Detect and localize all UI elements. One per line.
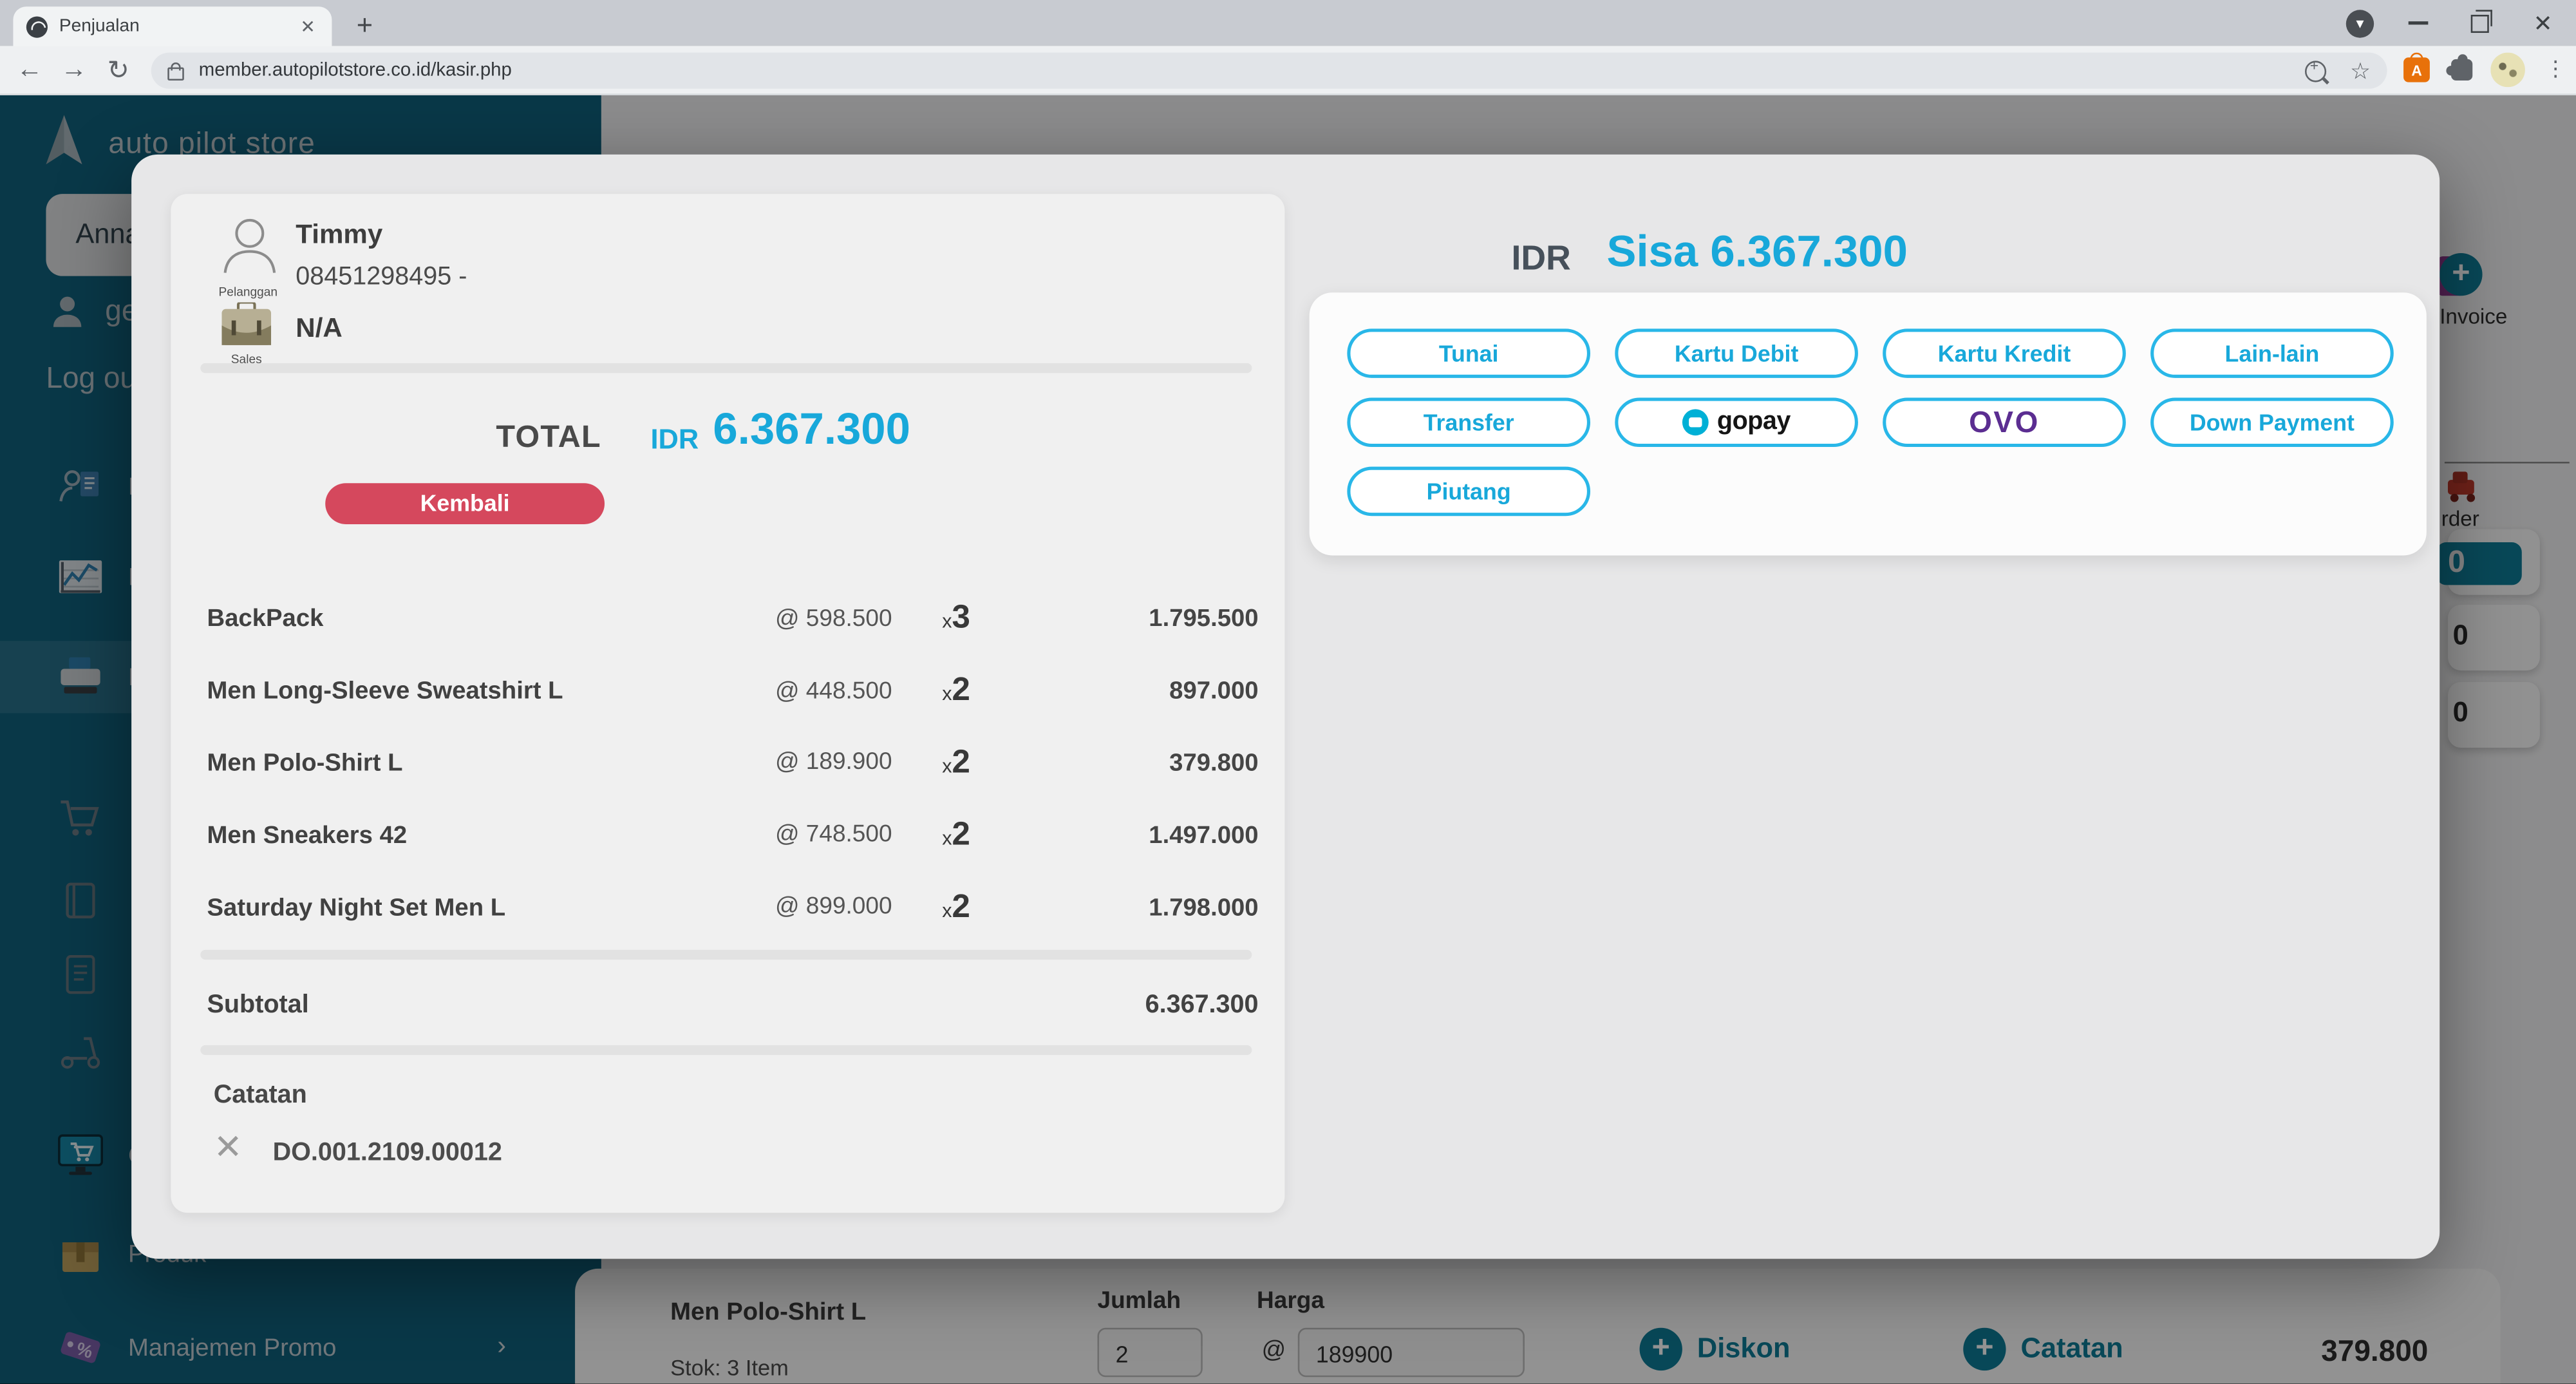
total-amount: 6.367.300 [713, 404, 910, 455]
item-unit-price: @ 899.000 [698, 894, 892, 920]
item-total: 1.798.000 [1020, 893, 1259, 921]
payment-button-piutang[interactable]: Piutang [1347, 467, 1590, 517]
note-reference: DO.001.2109.00012 [273, 1139, 502, 1168]
sales-value: N/A [296, 314, 343, 345]
item-quantity: x3 [892, 600, 1020, 638]
window-close-button[interactable]: ✕ [2534, 0, 2553, 46]
subtotal-label: Subtotal [207, 991, 1145, 1021]
payment-button-kartu-kredit[interactable]: Kartu Kredit [1883, 328, 2126, 378]
url-text[interactable]: member.autopilotstore.co.id/kasir.php [199, 61, 2306, 81]
item-total: 1.795.500 [1020, 605, 1259, 633]
item-quantity: x2 [892, 817, 1020, 855]
cart-item-row: Men Polo-Shirt L@ 189.900x2379.800 [207, 727, 1259, 799]
subtotal-row: Subtotal 6.367.300 [207, 980, 1259, 1032]
item-unit-price: @ 598.500 [698, 606, 892, 632]
tab-title: Penjualan [59, 17, 297, 37]
extension-bag-icon[interactable]: A [2403, 57, 2430, 82]
cart-item-row: Saturday Night Set Men L@ 899.000x21.798… [207, 871, 1259, 943]
payment-button-gopay[interactable]: gopay [1615, 398, 1858, 448]
lock-icon [167, 66, 184, 79]
reload-button[interactable]: ↻ [99, 46, 138, 95]
tab-penjualan[interactable]: Penjualan ✕ [13, 6, 332, 46]
zoom-icon[interactable] [2306, 60, 2327, 81]
item-total: 379.800 [1020, 750, 1259, 777]
chrome-update-icon[interactable]: ▼ [2346, 0, 2374, 46]
cart-item-row: Men Sneakers 42@ 748.500x21.497.000 [207, 799, 1259, 871]
customer-name: Timmy [296, 220, 382, 251]
bookmark-star-icon[interactable]: ☆ [2350, 57, 2371, 84]
app-page: auto pilot store Anna N ge Log ou MDPGPr… [0, 95, 2576, 1384]
item-total: 1.497.000 [1020, 821, 1259, 849]
browser-menu-icon[interactable]: ⋮ [2545, 56, 2566, 82]
total-label: TOTAL [368, 421, 601, 457]
payment-modal: Pelanggan Timmy 08451298495 - Sales N/A … [131, 155, 2440, 1259]
payment-button-label: OVO [1969, 405, 2040, 440]
payment-button-label: Transfer [1424, 409, 1514, 435]
note-section-label: Catatan [214, 1081, 307, 1111]
payment-button-label: Tunai [1439, 340, 1499, 366]
extensions-puzzle-icon[interactable] [2451, 59, 2472, 81]
tab-bar: Penjualan ✕ + ▼ ✕ [0, 0, 2576, 46]
item-name: Men Polo-Shirt L [207, 750, 699, 777]
profile-avatar[interactable] [2490, 53, 2525, 88]
remove-note-icon[interactable]: ✕ [214, 1127, 243, 1168]
payment-methods-panel: Tunai Kartu Debit Kartu Kredit Lain-lain Tra… [1310, 292, 2427, 555]
item-total: 897.000 [1020, 678, 1259, 705]
browser-toolbar: ← → ↻ member.autopilotstore.co.id/kasir.… [0, 46, 2576, 95]
payment-button-lain-lain[interactable]: Lain-lain [2150, 328, 2394, 378]
payment-button-label: Kartu Kredit [1938, 340, 2071, 366]
window-restore-button[interactable] [2471, 0, 2489, 46]
payment-button-label: Piutang [1427, 479, 1511, 505]
item-name: Men Long-Sleeve Sweatshirt L [207, 678, 699, 705]
window-minimize-button[interactable] [2409, 0, 2429, 46]
remaining-amount: Sisa 6.367.300 [1607, 227, 1908, 278]
item-unit-price: @ 189.900 [698, 750, 892, 777]
tab-close-icon[interactable]: ✕ [297, 15, 319, 37]
browser-window: Penjualan ✕ + ▼ ✕ ← → ↻ member.autopilot… [0, 0, 2576, 1383]
payment-button-tunai[interactable]: Tunai [1347, 328, 1590, 378]
payment-methods-grid: Tunai Kartu Debit Kartu Kredit Lain-lain Tra… [1347, 328, 2393, 516]
remaining-currency: IDR [1512, 240, 1571, 280]
item-unit-price: @ 448.500 [698, 678, 892, 705]
tab-favicon-icon [26, 15, 48, 37]
payment-button-label: Down Payment [2190, 409, 2355, 435]
payment-button-down-payment[interactable]: Down Payment [2150, 398, 2394, 448]
payment-button-kartu-debit[interactable]: Kartu Debit [1615, 328, 1858, 378]
item-unit-price: @ 748.500 [698, 822, 892, 849]
item-quantity: x2 [892, 888, 1020, 926]
customer-icon [214, 214, 286, 283]
cart-items-list: BackPack@ 598.500x31.795.500Men Long-Sle… [207, 583, 1259, 943]
payment-button-transfer[interactable]: Transfer [1347, 398, 1590, 448]
gopay-icon [1682, 409, 1709, 435]
customer-caption: Pelanggan [194, 284, 302, 299]
customer-phone: 08451298495 - [296, 263, 467, 292]
item-quantity: x2 [892, 672, 1020, 710]
payment-button-label: Kartu Debit [1675, 340, 1799, 366]
item-quantity: x2 [892, 744, 1020, 782]
divider [200, 1045, 1252, 1055]
new-tab-button[interactable]: + [345, 6, 384, 46]
order-summary-card: Pelanggan Timmy 08451298495 - Sales N/A … [171, 194, 1284, 1213]
item-name: Men Sneakers 42 [207, 821, 699, 849]
total-currency: IDR [650, 424, 699, 457]
divider [200, 950, 1252, 960]
sales-briefcase-icon [220, 303, 273, 347]
payment-button-ovo[interactable]: OVO [1883, 398, 2126, 448]
back-button[interactable]: ← [10, 46, 49, 95]
subtotal-value: 6.367.300 [1145, 991, 1259, 1021]
divider [200, 363, 1252, 373]
address-bar[interactable]: member.autopilotstore.co.id/kasir.php ☆ [151, 53, 2387, 89]
cart-item-row: BackPack@ 598.500x31.795.500 [207, 583, 1259, 656]
payment-button-label: Lain-lain [2225, 340, 2320, 366]
item-name: Saturday Night Set Men L [207, 893, 699, 921]
payment-button-label: gopay [1717, 408, 1791, 437]
cart-item-row: Men Long-Sleeve Sweatshirt L@ 448.500x28… [207, 656, 1259, 728]
forward-button[interactable]: → [54, 46, 93, 95]
back-button[interactable]: Kembali [325, 483, 605, 524]
item-name: BackPack [207, 605, 699, 633]
